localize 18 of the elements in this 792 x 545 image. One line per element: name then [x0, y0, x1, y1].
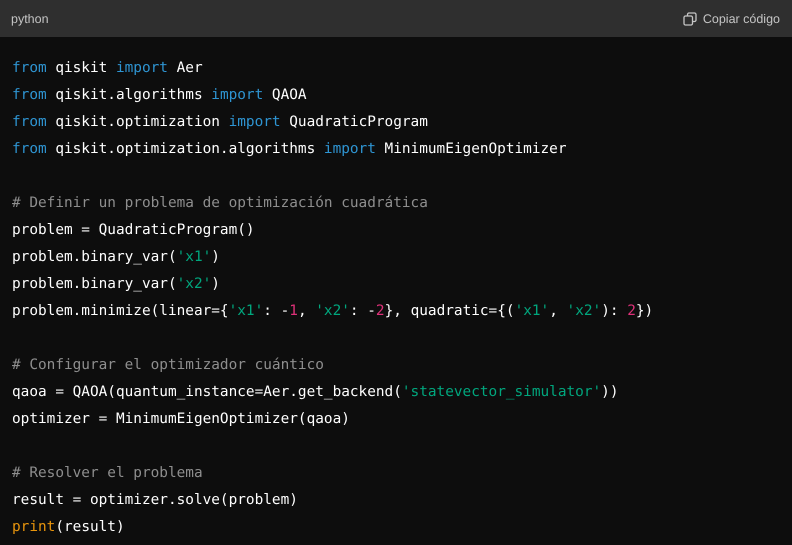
code-line: from qiskit.optimization.algorithms import MinimumEigenOptimizer [12, 140, 568, 159]
code-line: from qiskit import Aer [12, 59, 204, 78]
code-line: print(result) [12, 518, 126, 537]
code-line: problem = QuadraticProgram() [12, 221, 256, 240]
code-line: result = optimizer.solve(problem) [12, 491, 299, 510]
code-line: problem.binary_var('x2') [12, 275, 221, 294]
code-line: # Configurar el optimizador cuántico [12, 356, 325, 375]
code-line: qaoa = QAOA(quantum_instance=Aer.get_backend('statevector_simulator')) [12, 383, 620, 402]
code-line: optimizer = MinimumEigenOptimizer(qaoa) [12, 410, 351, 429]
language-label: python [11, 12, 49, 26]
copy-icon [682, 12, 697, 26]
copy-code-button[interactable]: Copiar código [682, 12, 780, 26]
code-line: from qiskit.algorithms import QAOA [12, 86, 308, 105]
code-line: from qiskit.optimization import QuadraticProgram [12, 113, 429, 132]
code-line: problem.minimize(linear={'x1': -1, 'x2': -2}, quadratic={('x1', 'x2'): 2}) [12, 302, 654, 321]
code-line: problem.binary_var('x1') [12, 248, 221, 267]
code-line: # Resolver el problema [12, 464, 204, 483]
code-line: # Definir un problema de optimización cuadrática [12, 194, 429, 213]
